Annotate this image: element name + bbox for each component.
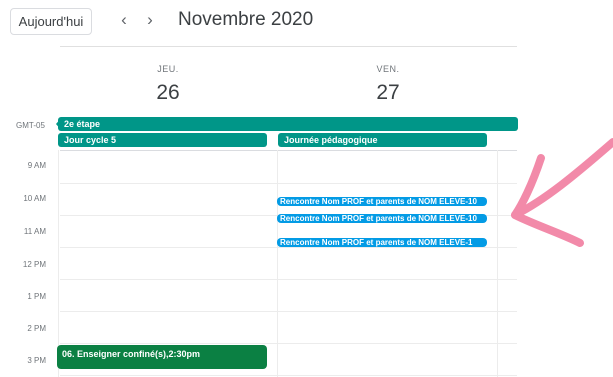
pink-arrow-annotation xyxy=(511,138,613,247)
